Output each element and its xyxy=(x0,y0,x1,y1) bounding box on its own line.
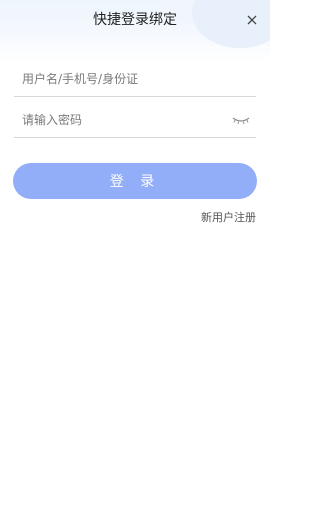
close-icon xyxy=(247,15,257,25)
register-link[interactable]: 新用户注册 xyxy=(201,209,256,225)
password-field xyxy=(14,103,256,138)
close-button[interactable] xyxy=(244,12,260,28)
password-input[interactable] xyxy=(22,109,222,131)
eye-closed-icon[interactable] xyxy=(232,115,250,127)
login-bind-page: 快捷登录绑定 登 录 新用户注册 xyxy=(0,0,270,516)
username-input[interactable] xyxy=(22,68,222,90)
username-field xyxy=(14,62,256,97)
login-button[interactable]: 登 录 xyxy=(13,163,257,199)
page-title: 快捷登录绑定 xyxy=(93,12,177,28)
